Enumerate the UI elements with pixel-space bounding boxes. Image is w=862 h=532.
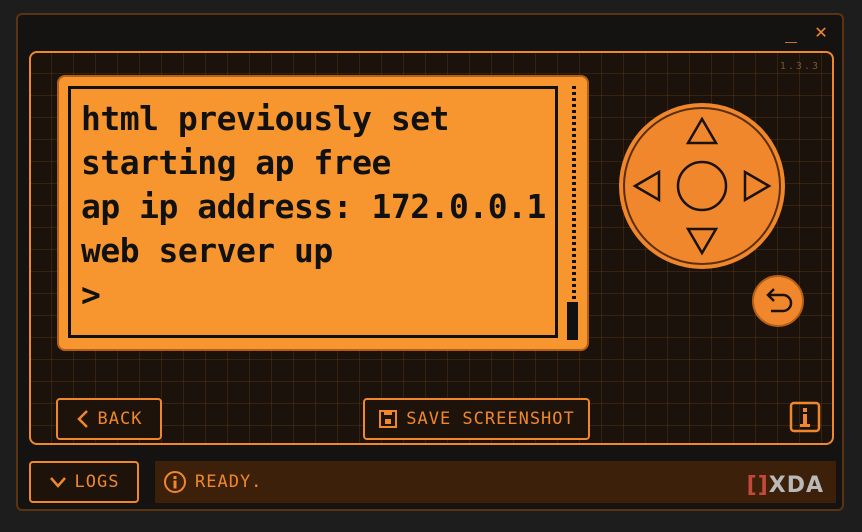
chevron-down-icon (49, 477, 66, 488)
save-screenshot-button[interactable]: SAVE SCREENSHOT (363, 398, 590, 440)
terminal-line: starting ap free (81, 143, 391, 182)
chevron-left-icon (76, 410, 88, 428)
back-button-label: BACK (97, 409, 143, 429)
dpad-down-button[interactable] (682, 221, 722, 261)
scrollbar-thumb[interactable] (567, 302, 578, 340)
undo-icon (766, 288, 793, 313)
version-label: 1.3.3 (779, 61, 820, 72)
dpad-up-button[interactable] (682, 111, 722, 151)
status-text: READY. (195, 472, 263, 492)
terminal-line: ap ip address: 172.0.0.1 (81, 187, 546, 226)
xda-logo: []XDA (747, 473, 824, 498)
terminal-scrollbar[interactable] (570, 86, 578, 338)
minimize-button[interactable]: _ (780, 21, 802, 43)
back-button[interactable]: BACK (56, 398, 162, 440)
logs-button[interactable]: LOGS (29, 461, 139, 503)
dpad-left-button[interactable] (627, 166, 667, 206)
xda-brackets: [] (746, 473, 769, 498)
info-button[interactable] (789, 401, 821, 433)
save-screenshot-label: SAVE SCREENSHOT (406, 409, 575, 429)
dpad (619, 103, 785, 269)
undo-button[interactable] (752, 275, 804, 327)
logs-button-label: LOGS (74, 472, 120, 492)
device-panel: 1.3.3 html previously set starting ap fr… (29, 51, 834, 445)
dpad-right-button[interactable] (737, 166, 777, 206)
info-circle-icon (164, 471, 186, 493)
dpad-center-button[interactable] (682, 166, 722, 206)
info-icon (789, 401, 821, 433)
app-window: _ ✕ 1.3.3 html previously set starting a… (16, 13, 844, 511)
terminal-output: html previously set starting ap free ap … (68, 86, 558, 338)
xda-text: XDA (768, 473, 824, 498)
lcd-screen: html previously set starting ap free ap … (57, 75, 589, 351)
close-button[interactable]: ✕ (810, 21, 832, 43)
save-icon (379, 410, 398, 428)
terminal-line: html previously set (81, 99, 450, 138)
status-bar: READY. []XDA (155, 461, 836, 503)
terminal-line: web server up (81, 231, 333, 270)
terminal-prompt: > (81, 275, 101, 314)
